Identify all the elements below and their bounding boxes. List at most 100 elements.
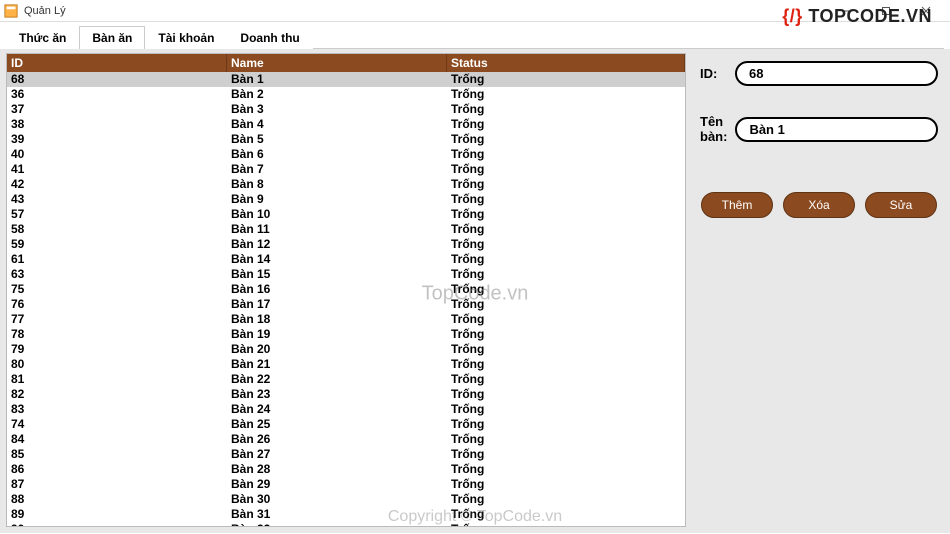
cell-name: Bàn 29: [227, 477, 447, 492]
table-row[interactable]: 88Bàn 30Trống: [7, 492, 685, 507]
table-row[interactable]: 89Bàn 31Trống: [7, 507, 685, 522]
id-field-row: ID:: [700, 61, 938, 86]
cell-status: Trống: [447, 222, 685, 237]
cell-id: 37: [7, 102, 227, 117]
col-name[interactable]: Name: [227, 54, 447, 72]
cell-status: Trống: [447, 252, 685, 267]
col-id[interactable]: ID: [7, 54, 227, 72]
cell-id: 36: [7, 87, 227, 102]
cell-status: Trống: [447, 297, 685, 312]
cell-status: Trống: [447, 357, 685, 372]
cell-id: 82: [7, 387, 227, 402]
edit-button[interactable]: Sửa: [865, 192, 937, 218]
table-row[interactable]: 78Bàn 19Trống: [7, 327, 685, 342]
cell-status: Trống: [447, 507, 685, 522]
cell-id: 77: [7, 312, 227, 327]
logo-watermark: {/} TOPCODE.VN: [782, 6, 932, 27]
table-row[interactable]: 40Bàn 6Trống: [7, 147, 685, 162]
table-row[interactable]: 85Bàn 27Trống: [7, 447, 685, 462]
grid-body[interactable]: 68Bàn 1Trống36Bàn 2Trống37Bàn 3Trống38Bà…: [7, 72, 685, 526]
cell-name: Bàn 16: [227, 282, 447, 297]
table-grid: ID Name Status 68Bàn 1Trống36Bàn 2Trống3…: [6, 53, 686, 527]
cell-status: Trống: [447, 522, 685, 526]
table-row[interactable]: 63Bàn 15Trống: [7, 267, 685, 282]
table-row[interactable]: 77Bàn 18Trống: [7, 312, 685, 327]
cell-status: Trống: [447, 267, 685, 282]
table-row[interactable]: 39Bàn 5Trống: [7, 132, 685, 147]
cell-name: Bàn 11: [227, 222, 447, 237]
table-row[interactable]: 82Bàn 23Trống: [7, 387, 685, 402]
table-row[interactable]: 61Bàn 14Trống: [7, 252, 685, 267]
cell-status: Trống: [447, 282, 685, 297]
tab-0[interactable]: Thức ăn: [6, 26, 79, 49]
table-row[interactable]: 83Bàn 24Trống: [7, 402, 685, 417]
cell-status: Trống: [447, 102, 685, 117]
tab-3[interactable]: Doanh thu: [227, 26, 312, 49]
name-input[interactable]: [735, 117, 938, 142]
table-row[interactable]: 38Bàn 4Trống: [7, 117, 685, 132]
cell-name: Bàn 20: [227, 342, 447, 357]
table-row[interactable]: 87Bàn 29Trống: [7, 477, 685, 492]
table-row[interactable]: 75Bàn 16Trống: [7, 282, 685, 297]
cell-status: Trống: [447, 462, 685, 477]
cell-id: 86: [7, 462, 227, 477]
table-row[interactable]: 68Bàn 1Trống: [7, 72, 685, 87]
cell-id: 76: [7, 297, 227, 312]
side-panel: ID: Tên bàn: Thêm Xóa Sửa: [694, 53, 944, 527]
tab-2[interactable]: Tài khoản: [145, 26, 227, 49]
app-icon: [4, 4, 18, 18]
table-row[interactable]: 90Bàn 32Trống: [7, 522, 685, 526]
table-row[interactable]: 36Bàn 2Trống: [7, 87, 685, 102]
table-row[interactable]: 79Bàn 20Trống: [7, 342, 685, 357]
cell-id: 61: [7, 252, 227, 267]
cell-name: Bàn 26: [227, 432, 447, 447]
cell-id: 75: [7, 282, 227, 297]
add-button[interactable]: Thêm: [701, 192, 773, 218]
cell-status: Trống: [447, 132, 685, 147]
table-row[interactable]: 41Bàn 7Trống: [7, 162, 685, 177]
table-row[interactable]: 84Bàn 26Trống: [7, 432, 685, 447]
cell-status: Trống: [447, 207, 685, 222]
table-row[interactable]: 42Bàn 8Trống: [7, 177, 685, 192]
table-row[interactable]: 59Bàn 12Trống: [7, 237, 685, 252]
cell-id: 79: [7, 342, 227, 357]
cell-name: Bàn 5: [227, 132, 447, 147]
cell-name: Bàn 3: [227, 102, 447, 117]
table-row[interactable]: 57Bàn 10Trống: [7, 207, 685, 222]
cell-id: 74: [7, 417, 227, 432]
cell-status: Trống: [447, 432, 685, 447]
col-status[interactable]: Status: [447, 54, 685, 72]
cell-id: 57: [7, 207, 227, 222]
table-row[interactable]: 43Bàn 9Trống: [7, 192, 685, 207]
cell-status: Trống: [447, 312, 685, 327]
cell-name: Bàn 18: [227, 312, 447, 327]
table-row[interactable]: 58Bàn 11Trống: [7, 222, 685, 237]
tab-1[interactable]: Bàn ăn: [79, 26, 145, 49]
cell-name: Bàn 30: [227, 492, 447, 507]
content-area: ID Name Status 68Bàn 1Trống36Bàn 2Trống3…: [0, 49, 950, 533]
cell-id: 81: [7, 372, 227, 387]
cell-name: Bàn 28: [227, 462, 447, 477]
grid-header: ID Name Status: [7, 54, 685, 72]
cell-name: Bàn 17: [227, 297, 447, 312]
table-row[interactable]: 86Bàn 28Trống: [7, 462, 685, 477]
cell-name: Bàn 9: [227, 192, 447, 207]
cell-name: Bàn 19: [227, 327, 447, 342]
cell-id: 59: [7, 237, 227, 252]
id-label: ID:: [700, 66, 727, 81]
delete-button[interactable]: Xóa: [783, 192, 855, 218]
table-row[interactable]: 37Bàn 3Trống: [7, 102, 685, 117]
table-row[interactable]: 80Bàn 21Trống: [7, 357, 685, 372]
table-row[interactable]: 81Bàn 22Trống: [7, 372, 685, 387]
table-row[interactable]: 76Bàn 17Trống: [7, 297, 685, 312]
cell-id: 68: [7, 72, 227, 87]
cell-id: 87: [7, 477, 227, 492]
cell-name: Bàn 8: [227, 177, 447, 192]
cell-status: Trống: [447, 72, 685, 87]
cell-status: Trống: [447, 192, 685, 207]
table-row[interactable]: 74Bàn 25Trống: [7, 417, 685, 432]
cell-name: Bàn 7: [227, 162, 447, 177]
id-input[interactable]: [735, 61, 938, 86]
cell-name: Bàn 32: [227, 522, 447, 526]
name-field-row: Tên bàn:: [700, 114, 938, 144]
